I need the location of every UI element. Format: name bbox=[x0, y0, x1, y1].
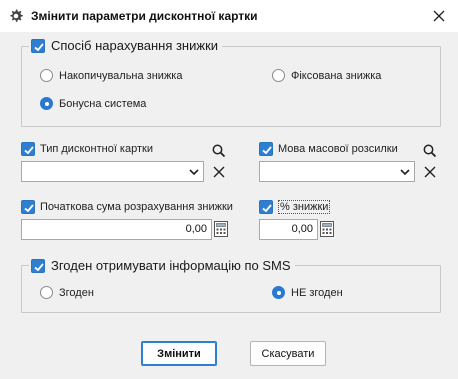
radio-label: Згоден bbox=[59, 286, 94, 299]
radio-bonus-system[interactable]: Бонусна система bbox=[40, 97, 146, 110]
discount-percent-checkbox[interactable] bbox=[259, 200, 273, 214]
search-icon[interactable] bbox=[211, 143, 227, 159]
close-button[interactable] bbox=[420, 0, 458, 32]
radio-accumulative-discount[interactable]: Накопичувальна знижка bbox=[40, 69, 182, 82]
radio-circle bbox=[40, 69, 53, 82]
clear-mailing-language-button[interactable] bbox=[422, 164, 438, 180]
radio-label: Накопичувальна знижка bbox=[59, 69, 183, 82]
radio-label: Бонусна система bbox=[59, 97, 147, 110]
close-icon bbox=[433, 10, 445, 22]
sms-consent-legend: Згоден отримувати інформацію по SMS bbox=[29, 258, 295, 273]
initial-sum-label: Початкова сума розрахування знижки bbox=[40, 201, 233, 213]
search-icon[interactable] bbox=[422, 143, 438, 159]
discount-percent-input[interactable]: 0,00 bbox=[259, 219, 318, 240]
initial-sum-value: 0,00 bbox=[185, 223, 207, 235]
calculator-icon[interactable] bbox=[320, 221, 334, 237]
radio-circle bbox=[40, 97, 53, 110]
radio-disagree[interactable]: НЕ згоден bbox=[272, 286, 343, 299]
dialog-window: Змінити параметри дисконтної картки Спос… bbox=[0, 0, 458, 379]
initial-sum-checkbox-row[interactable]: Початкова сума розрахування знижки bbox=[21, 200, 233, 214]
chevron-down-icon bbox=[189, 169, 199, 176]
radio-circle bbox=[272, 286, 285, 299]
calculator-icon[interactable] bbox=[214, 221, 228, 237]
clear-card-type-button[interactable] bbox=[211, 164, 227, 180]
discount-percent-checkbox-row[interactable]: % знижки bbox=[259, 200, 349, 214]
radio-agree[interactable]: Згоден bbox=[40, 286, 94, 299]
radio-fixed-discount[interactable]: Фіксована знижка bbox=[272, 69, 381, 82]
gear-icon bbox=[8, 8, 24, 24]
sms-consent-label: Згоден отримувати інформацію по SMS bbox=[51, 258, 291, 273]
cancel-button[interactable]: Скасувати bbox=[250, 341, 326, 366]
discount-method-legend: Спосіб нарахування знижки bbox=[29, 38, 223, 53]
ok-button[interactable]: Змінити bbox=[141, 341, 217, 366]
radio-circle bbox=[40, 286, 53, 299]
card-type-checkbox[interactable] bbox=[21, 142, 35, 156]
mailing-language-checkbox-row[interactable]: Мова масової розсилки bbox=[259, 142, 419, 156]
discount-method-checkbox[interactable] bbox=[31, 38, 45, 53]
card-type-combo[interactable] bbox=[21, 161, 204, 182]
initial-sum-input[interactable]: 0,00 bbox=[21, 219, 212, 240]
card-type-label: Тип дисконтної картки bbox=[40, 143, 153, 155]
discount-method-label: Спосіб нарахування знижки bbox=[51, 38, 219, 53]
clear-icon bbox=[424, 166, 436, 178]
clear-icon bbox=[213, 166, 225, 178]
initial-sum-checkbox[interactable] bbox=[21, 200, 35, 214]
radio-label: НЕ згоден bbox=[291, 286, 343, 299]
discount-percent-value: 0,00 bbox=[291, 223, 313, 235]
discount-method-group bbox=[21, 46, 441, 127]
mailing-language-combo[interactable] bbox=[259, 161, 415, 182]
mailing-language-label: Мова масової розсилки bbox=[278, 143, 398, 155]
title-bar: Змінити параметри дисконтної картки bbox=[0, 0, 458, 32]
radio-circle bbox=[272, 69, 285, 82]
sms-consent-checkbox[interactable] bbox=[31, 258, 45, 273]
discount-percent-label: % знижки bbox=[278, 200, 331, 214]
dialog-title: Змінити параметри дисконтної картки bbox=[31, 9, 258, 23]
radio-label: Фіксована знижка bbox=[291, 69, 382, 82]
card-type-checkbox-row[interactable]: Тип дисконтної картки bbox=[21, 142, 207, 156]
mailing-language-checkbox[interactable] bbox=[259, 142, 273, 156]
chevron-down-icon bbox=[400, 169, 410, 176]
